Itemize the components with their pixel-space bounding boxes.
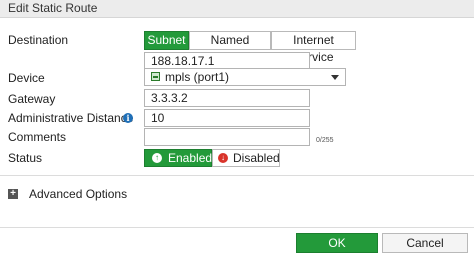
status-enabled-button[interactable]: ↑ Enabled	[144, 149, 212, 167]
device-value: mpls (port1)	[165, 70, 230, 84]
gateway-value: 3.3.3.2	[151, 91, 188, 105]
status-disabled-button[interactable]: ↓ Disabled	[212, 149, 280, 167]
comments-char-counter: 0/255	[316, 137, 334, 144]
comments-textarea[interactable]	[144, 128, 310, 146]
chevron-down-icon	[331, 75, 339, 80]
advanced-options-toggle[interactable]: Advanced Options	[29, 187, 127, 201]
dialog-title: Edit Static Route	[8, 1, 98, 15]
plus-icon[interactable]: +	[8, 189, 18, 199]
gateway-input[interactable]: 3.3.3.2	[144, 89, 310, 107]
gateway-label: Gateway	[8, 92, 56, 106]
status-disabled-label: Disabled	[233, 151, 280, 165]
arrow-down-circle-icon: ↓	[218, 153, 228, 163]
dialog-title-bar: Edit Static Route	[0, 0, 474, 18]
destination-named-address-option[interactable]: Named Address	[189, 31, 271, 64]
info-icon[interactable]: i	[123, 113, 133, 123]
comments-label: Comments	[8, 130, 67, 144]
destination-subnet-value: 188.18.17.1	[151, 54, 215, 68]
arrow-up-circle-icon: ↑	[152, 153, 162, 163]
device-select[interactable]: mpls (port1)	[144, 68, 346, 86]
administrative-distance-value: 10	[151, 111, 165, 125]
device-label: Device	[8, 71, 45, 85]
destination-label: Destination	[8, 33, 69, 47]
cancel-button[interactable]: Cancel	[382, 233, 468, 253]
administrative-distance-label: Administrative Distance	[8, 111, 134, 125]
interface-port-icon	[151, 72, 160, 81]
section-divider	[0, 175, 474, 176]
status-enabled-label: Enabled	[168, 151, 213, 165]
status-label: Status	[8, 151, 43, 165]
administrative-distance-input[interactable]: 10	[144, 109, 310, 127]
footer-divider	[0, 227, 474, 228]
destination-internet-service-option[interactable]: Internet Service	[271, 31, 356, 64]
destination-subnet-option[interactable]: Subnet	[144, 31, 189, 50]
ok-button[interactable]: OK	[296, 233, 378, 253]
